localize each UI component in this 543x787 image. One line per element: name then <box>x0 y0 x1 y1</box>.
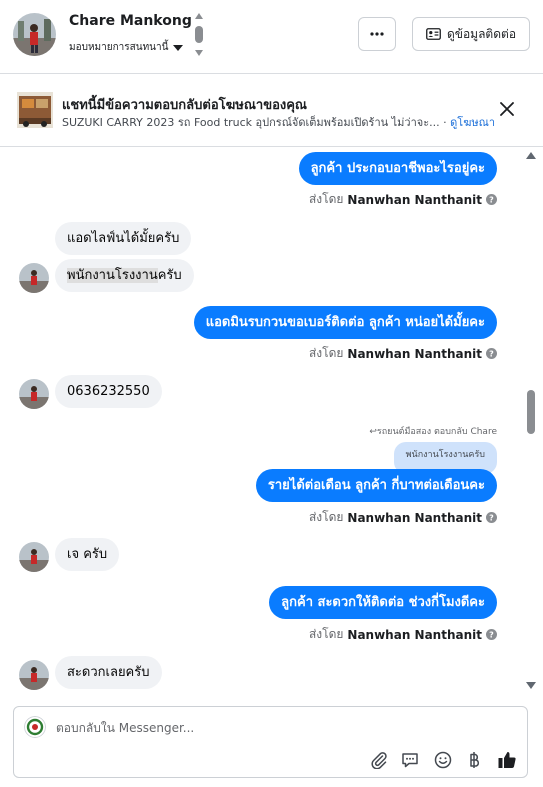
sender-avatar[interactable] <box>19 660 49 690</box>
sent-by-label: ส่งโดย Nanwhan Nanthanit ? <box>309 625 497 644</box>
sender-avatar[interactable] <box>19 263 49 293</box>
sender-name: Nanwhan Nanthanit <box>347 192 482 207</box>
conversation-header: Chare Mankong มอบหมายการสนทนานี้ ดูข้อมู… <box>0 0 543 74</box>
reply-input[interactable] <box>56 717 496 739</box>
sent-by-label: ส่งโดย Nanwhan Nanthanit ? <box>309 190 497 209</box>
sender-name: Nanwhan Nanthanit <box>347 627 482 642</box>
page-avatar <box>24 716 46 738</box>
info-icon[interactable]: ? <box>486 194 497 205</box>
view-contact-info-button[interactable]: ดูข้อมูลติดต่อ <box>412 17 530 51</box>
paperclip-icon[interactable] <box>368 749 390 771</box>
sent-by-prefix: ส่งโดย <box>308 192 344 206</box>
incoming-message[interactable]: แอดไลฟ์นได้มั้ยครับ <box>55 222 192 255</box>
outgoing-message[interactable]: แอดมินรบกวนขอเบอร์ติดต่อ ลูกค้า หน่อยได้… <box>193 306 497 339</box>
message-composer <box>13 706 528 778</box>
caret-down-icon <box>173 44 184 51</box>
incoming-message[interactable]: พนักงานโรงงานครับ <box>55 259 194 292</box>
speech-bubble-icon[interactable] <box>399 749 421 771</box>
svg-text:?: ? <box>489 513 494 522</box>
ellipsis-icon <box>370 32 384 36</box>
contact-name[interactable]: Chare Mankong <box>69 13 192 29</box>
baht-icon[interactable] <box>464 749 486 771</box>
sent-by-prefix: ส่งโดย <box>308 510 344 524</box>
scroll-down-arrow-icon[interactable] <box>526 682 536 689</box>
view-ad-link[interactable]: ดูโฆษณา <box>450 116 495 129</box>
ad-reply-banner: แชทนี้มีข้อความตอบกลับต่อโฆษณาของคุณ SUZ… <box>0 75 543 147</box>
contact-card-icon <box>426 28 441 40</box>
ad-banner-subtitle: SUZUKI CARRY 2023 รถ Food truck อุปกรณ์จ… <box>62 116 495 129</box>
sent-by-label: ส่งโดย Nanwhan Nanthanit ? <box>309 508 497 527</box>
ad-description: SUZUKI CARRY 2023 รถ Food truck อุปกรณ์จ… <box>62 116 440 129</box>
scroll-up-arrow-icon[interactable] <box>526 152 536 159</box>
close-icon[interactable] <box>498 100 516 118</box>
info-icon[interactable]: ? <box>486 512 497 523</box>
more-options-button[interactable] <box>358 17 396 51</box>
ad-banner-title: แชทนี้มีข้อความตอบกลับต่อโฆษณาของคุณ <box>62 98 307 113</box>
thumbs-up-icon[interactable] <box>496 749 518 771</box>
smiley-icon[interactable] <box>432 749 454 771</box>
incoming-message[interactable]: สะดวกเลยครับ <box>55 656 162 689</box>
contact-info-label: ดูข้อมูลติดต่อ <box>446 26 517 41</box>
sent-by-prefix: ส่งโดย <box>308 346 344 360</box>
svg-text:?: ? <box>489 630 494 639</box>
info-icon[interactable]: ? <box>486 629 497 640</box>
sent-by-prefix: ส่งโดย <box>308 627 344 641</box>
outgoing-message[interactable]: รายได้ต่อเดือน ลูกค้า กี่บาทต่อเดือนคะ <box>255 469 497 502</box>
contact-avatar[interactable] <box>13 13 56 56</box>
assign-label: มอบหมายการสนทนานี้ <box>69 42 169 53</box>
sender-avatar[interactable] <box>19 379 49 409</box>
reply-context-label: ↩รถยนต์มือสอง ตอบกลับ Chare <box>369 427 497 437</box>
incoming-message[interactable]: 0636232550 <box>55 375 162 408</box>
up-down-arrows-icon[interactable] <box>192 11 206 59</box>
ad-thumbnail[interactable] <box>17 92 53 128</box>
sent-by-label: ส่งโดย Nanwhan Nanthanit ? <box>309 344 497 363</box>
sender-name: Nanwhan Nanthanit <box>347 346 482 361</box>
message-thread[interactable]: ลูกค้า ประกอบอาชีพอะไรอยู่คะ ส่งโดย Nanw… <box>0 148 543 694</box>
info-icon[interactable]: ? <box>486 348 497 359</box>
incoming-message[interactable]: เจ ครับ <box>55 538 120 571</box>
outgoing-message[interactable]: ลูกค้า ประกอบอาชีพอะไรอยู่คะ <box>298 152 497 185</box>
outgoing-message[interactable]: ลูกค้า สะดวกให้ติดต่อ ช่วงกี่โมงดีคะ <box>269 586 497 619</box>
scrollbar-thumb[interactable] <box>527 390 535 434</box>
sender-avatar[interactable] <box>19 542 49 572</box>
svg-text:?: ? <box>489 195 494 204</box>
message-text: ครับ <box>157 268 182 283</box>
highlighted-text: พนักงานโรงงาน <box>67 268 158 283</box>
assign-conversation-dropdown[interactable]: มอบหมายการสนทนานี้ <box>69 40 184 55</box>
sender-name: Nanwhan Nanthanit <box>347 510 482 525</box>
svg-text:?: ? <box>489 349 494 358</box>
